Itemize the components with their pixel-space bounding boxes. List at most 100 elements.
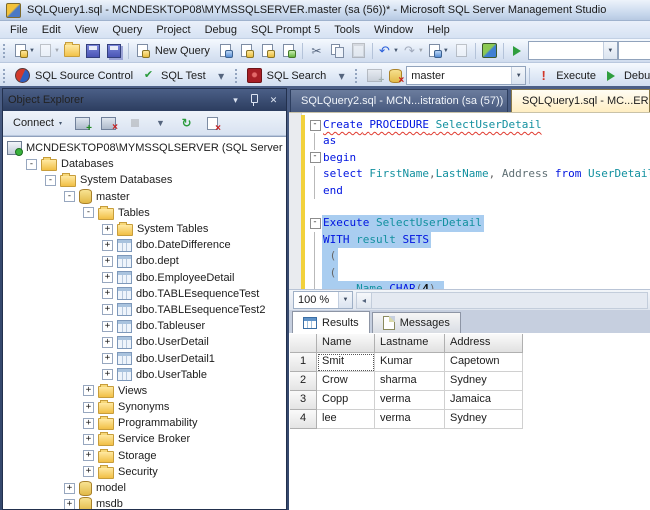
menu-edit[interactable]: Edit [35, 23, 68, 37]
new-file-icon[interactable]: ▼ [12, 41, 37, 60]
horizontal-scrollbar[interactable]: ◂ [356, 292, 648, 309]
menu-file[interactable]: File [3, 23, 35, 37]
code-line-3[interactable]: -begin [307, 150, 650, 166]
chevron-down-icon[interactable]: ▼ [338, 292, 352, 308]
tree-expander[interactable]: + [102, 369, 113, 380]
tree-expander[interactable]: + [102, 321, 113, 332]
tree-expander[interactable]: + [102, 256, 113, 267]
menu-tools[interactable]: Tools [327, 23, 367, 37]
sql-test-label[interactable]: SQL Test [161, 70, 206, 82]
document-tab-1[interactable]: SQLQuery2.sql - MCN...istration (sa (57)… [290, 89, 508, 112]
navigate-backward-icon[interactable]: ▼ [426, 41, 451, 60]
code-line-11[interactable]: Name CHAR(4), [307, 281, 650, 289]
code-line-10[interactable]: ( [307, 265, 650, 281]
tree-item-dbo-userdetail1[interactable]: +dbo.UserDetail1 [3, 350, 286, 366]
connect-button[interactable]: Connect▾ [9, 115, 67, 131]
chevron-down-icon[interactable]: ▼ [418, 48, 424, 54]
tree-item-service-broker[interactable]: +Service Broker [3, 431, 286, 447]
tree-expander[interactable]: + [102, 337, 113, 348]
tree-item-msdb[interactable]: +msdb [3, 496, 286, 509]
available-databases-icon[interactable] [385, 66, 406, 85]
row-number[interactable]: 1 [290, 353, 317, 372]
code-line-9[interactable]: ( [307, 248, 650, 264]
debug-play-icon[interactable] [601, 66, 622, 85]
chevron-down-icon[interactable]: ▼ [29, 48, 35, 54]
tab-messages[interactable]: Messages [372, 312, 461, 333]
tree-item-programmability[interactable]: +Programmability [3, 415, 286, 431]
code-line-8[interactable]: WITH result SETS [307, 232, 650, 248]
new-query-icon[interactable] [132, 41, 153, 60]
sql-editor[interactable]: -Create PROCEDURE SelectUserDetailas-beg… [289, 112, 650, 289]
sql-source-control-label[interactable]: SQL Source Control [35, 70, 133, 82]
sql-search-icon[interactable] [244, 66, 265, 85]
tree-expander[interactable]: + [83, 385, 94, 396]
tree-expander[interactable]: + [102, 304, 113, 315]
toolbar-grip[interactable] [235, 69, 240, 83]
tree-expander[interactable]: + [64, 499, 75, 509]
analysis-dmx-query-icon[interactable] [257, 41, 278, 60]
close-icon[interactable]: ✕ [266, 93, 281, 107]
grid-cell[interactable]: Crow [317, 372, 375, 391]
panel-menu-chevron-icon[interactable]: ▾ [228, 93, 243, 107]
save-icon[interactable] [83, 41, 104, 60]
chevron-down-icon[interactable]: ▼ [511, 67, 525, 84]
tree-item-system-databases[interactable]: -System Databases [3, 172, 286, 188]
title-bar[interactable]: SQLQuery1.sql - MCNDESKTOP08\MYMSSQLSERV… [0, 0, 650, 21]
open-file-icon[interactable] [62, 41, 83, 60]
toolbar-overflow-icon[interactable]: ▾ [331, 66, 352, 85]
chevron-down-icon[interactable]: ▼ [54, 48, 60, 54]
tab-results[interactable]: Results [292, 311, 370, 333]
collapse-box-icon[interactable]: - [310, 152, 321, 163]
menu-view[interactable]: View [68, 23, 106, 37]
tree-expander[interactable]: + [83, 434, 94, 445]
grid-cell[interactable]: Copp [317, 391, 375, 410]
column-header-address[interactable]: Address [445, 334, 523, 353]
code-area[interactable]: -Create PROCEDURE SelectUserDetailas-beg… [307, 117, 650, 289]
column-header-lastname[interactable]: Lastname [375, 334, 445, 353]
analysis-xmla-query-icon[interactable] [278, 41, 299, 60]
row-number[interactable]: 4 [290, 410, 317, 429]
debug-label[interactable]: Debug [624, 70, 650, 82]
grid-cell[interactable]: verma [375, 391, 445, 410]
tree-expander[interactable]: - [45, 175, 56, 186]
tree-expander[interactable]: + [83, 418, 94, 429]
tree-expander[interactable]: + [102, 353, 113, 364]
column-header-name[interactable]: Name [317, 334, 375, 353]
row-number[interactable]: 2 [290, 372, 317, 391]
tree-item-databases[interactable]: -Databases [3, 156, 286, 172]
tree-item-mcndesktop08-mymssqlserver-sql-server-11-0-2[interactable]: MCNDESKTOP08\MYMSSQLSERVER (SQL Server 1… [3, 140, 286, 156]
tree-expander[interactable]: + [83, 450, 94, 461]
tree-expander[interactable]: - [64, 191, 75, 202]
tree-item-master[interactable]: -master [3, 189, 286, 205]
tree-item-system-tables[interactable]: +System Tables [3, 221, 286, 237]
database-engine-query-icon[interactable] [215, 41, 236, 60]
toolbar-grip[interactable] [355, 69, 360, 83]
intellisense-enabled-icon[interactable] [479, 41, 500, 60]
grid-cell[interactable]: Jamaica [445, 391, 523, 410]
new-query-label[interactable]: New Query [155, 45, 210, 57]
tree-item-storage[interactable]: +Storage [3, 448, 286, 464]
tree-expander[interactable]: + [102, 240, 113, 251]
sql-test-icon[interactable]: ✔ [138, 66, 159, 85]
script-icon[interactable] [202, 114, 223, 133]
code-line-1[interactable]: -Create PROCEDURE SelectUserDetail [307, 117, 650, 133]
menu-help[interactable]: Help [420, 23, 457, 37]
grid-cell[interactable]: Kumar [375, 353, 445, 372]
zoom-combo[interactable]: 100 % ▼ [293, 291, 353, 309]
menu-query[interactable]: Query [105, 23, 149, 37]
save-all-icon[interactable] [104, 41, 125, 60]
tree-expander[interactable]: - [83, 207, 94, 218]
filter-icon[interactable]: ▼ [150, 114, 171, 133]
processor-combo[interactable]: ▼ [528, 41, 618, 60]
undo-icon[interactable]: ↶▼ [376, 41, 401, 60]
disconnect-server-icon[interactable] [98, 114, 119, 133]
tree-item-synonyms[interactable]: +Synonyms [3, 399, 286, 415]
grid-cell[interactable]: lee [317, 410, 375, 429]
analysis-mdx-query-icon[interactable] [236, 41, 257, 60]
tree-expander[interactable]: + [64, 483, 75, 494]
tree-expander[interactable]: + [102, 272, 113, 283]
tree-expander[interactable]: - [26, 159, 37, 170]
tree-item-dbo-employeedetail[interactable]: +dbo.EmployeeDetail [3, 270, 286, 286]
chevron-down-icon[interactable]: ▼ [603, 42, 617, 59]
grid-cell[interactable]: Sydney [445, 372, 523, 391]
